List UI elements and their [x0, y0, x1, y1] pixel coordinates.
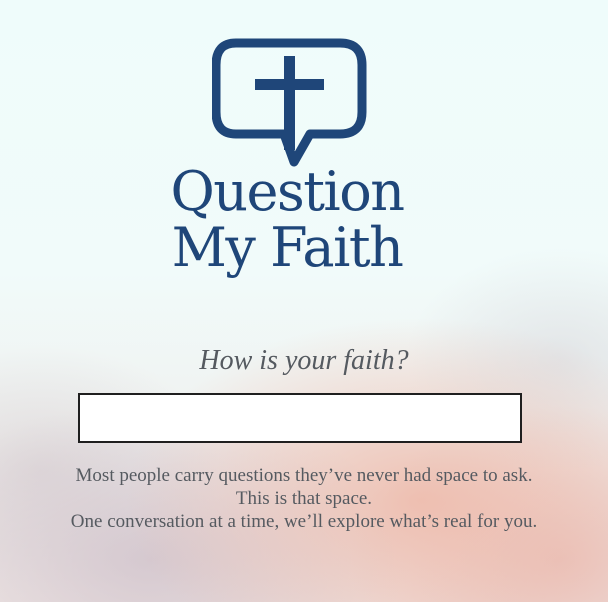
intro-line-2: This is that space. [235, 488, 373, 509]
faith-question-heading: How is your faith? [199, 345, 409, 376]
logo-line-my-faith: My Faith [171, 216, 404, 279]
logo-line-question: Question [170, 160, 405, 223]
logo: Question My Faith [162, 38, 412, 288]
intro-line-1: Most people carry questions they’ve neve… [75, 465, 533, 486]
faith-answer-input[interactable] [78, 393, 522, 443]
cross-speech-bubble-icon [212, 38, 367, 167]
logo-wordmark: Question My Faith [162, 164, 412, 276]
intro-line-3: One conversation at a time, we’ll explor… [70, 511, 538, 532]
intro-text: Most people carry questions they’ve neve… [0, 464, 608, 533]
